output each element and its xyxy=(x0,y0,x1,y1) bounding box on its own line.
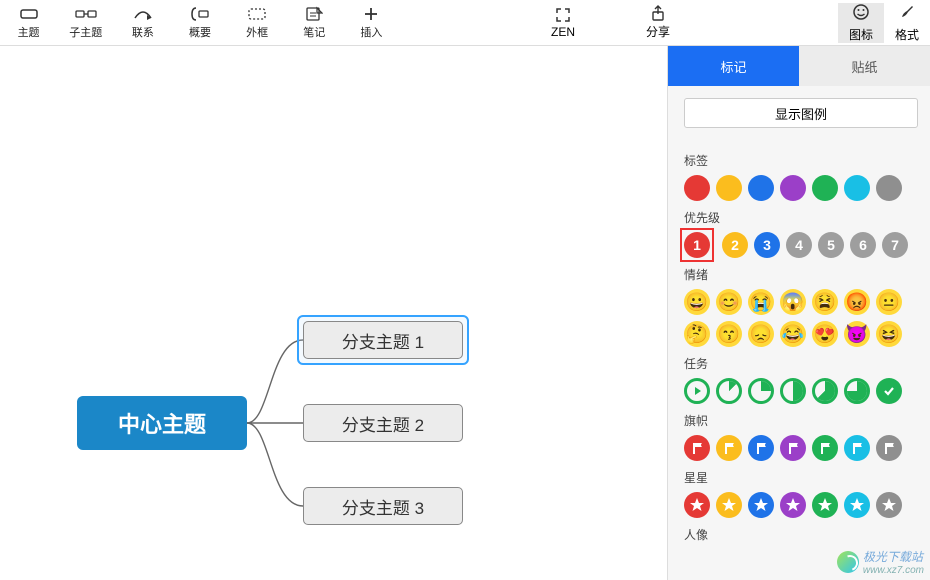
task-progress-0[interactable] xyxy=(684,378,710,404)
star-1[interactable] xyxy=(716,492,742,518)
tool-insert[interactable]: 插入 xyxy=(346,0,396,45)
priority-row: 1234567 xyxy=(684,232,918,258)
plus-icon xyxy=(360,6,382,22)
task-progress-6[interactable] xyxy=(876,378,902,404)
expand-icon xyxy=(552,7,574,23)
tag-bubble-6[interactable] xyxy=(876,175,902,201)
section-mood-title: 情绪 xyxy=(684,266,918,283)
tag-bubble-5[interactable] xyxy=(844,175,870,201)
smiley-icon xyxy=(852,3,870,24)
task-progress-5[interactable] xyxy=(844,378,870,404)
mood-b-1[interactable]: 😙 xyxy=(716,321,742,347)
priority-7[interactable]: 7 xyxy=(882,232,908,258)
mood-row-1: 😀😊😭😱😫😡😐 xyxy=(684,289,918,315)
section-person-title: 人像 xyxy=(684,526,918,543)
tool-zen[interactable]: ZEN xyxy=(528,0,598,45)
section-star-title: 星星 xyxy=(684,469,918,486)
flag-row xyxy=(684,435,918,461)
flag-6[interactable] xyxy=(876,435,902,461)
summary-icon xyxy=(189,6,211,22)
flag-2[interactable] xyxy=(748,435,774,461)
panel-tab-format[interactable]: 格式 xyxy=(884,3,930,43)
side-panel: 标记 贴纸 显示图例 标签 优先级 1234567 情绪 😀😊😭😱😫😡😐 🤔😙😞… xyxy=(667,46,930,580)
flag-5[interactable] xyxy=(844,435,870,461)
star-row xyxy=(684,492,918,518)
priority-1-highlight: 1 xyxy=(680,228,714,262)
task-row xyxy=(684,378,918,404)
priority-1[interactable]: 1 xyxy=(684,232,710,258)
tool-notes[interactable]: 笔记 xyxy=(289,0,339,45)
mindmap-canvas[interactable]: 中心主题 分支主题 1 分支主题 2 分支主题 3 xyxy=(0,46,667,580)
branch-topic-1[interactable]: 分支主题 1 xyxy=(303,321,463,359)
task-progress-4[interactable] xyxy=(812,378,838,404)
priority-3[interactable]: 3 xyxy=(754,232,780,258)
task-progress-2[interactable] xyxy=(748,378,774,404)
priority-5[interactable]: 5 xyxy=(818,232,844,258)
mood-a-3[interactable]: 😱 xyxy=(780,289,806,315)
mood-b-3[interactable]: 😂 xyxy=(780,321,806,347)
center-topic[interactable]: 中心主题 xyxy=(77,396,247,450)
tool-summary[interactable]: 概要 xyxy=(175,0,225,45)
share-icon xyxy=(647,5,669,21)
star-6[interactable] xyxy=(876,492,902,518)
flag-3[interactable] xyxy=(780,435,806,461)
tag-bubble-2[interactable] xyxy=(748,175,774,201)
priority-2[interactable]: 2 xyxy=(722,232,748,258)
priority-4[interactable]: 4 xyxy=(786,232,812,258)
relation-icon xyxy=(132,6,154,22)
mood-a-2[interactable]: 😭 xyxy=(748,289,774,315)
mood-b-0[interactable]: 🤔 xyxy=(684,321,710,347)
top-toolbar: 主题 子主题 联系 概要 外框 笔记 插入 ZEN xyxy=(0,0,930,46)
topic-icon xyxy=(18,6,40,22)
star-3[interactable] xyxy=(780,492,806,518)
mood-a-1[interactable]: 😊 xyxy=(716,289,742,315)
tag-bubble-0[interactable] xyxy=(684,175,710,201)
priority-6[interactable]: 6 xyxy=(850,232,876,258)
tool-share[interactable]: 分享 xyxy=(628,0,688,45)
tag-bubble-4[interactable] xyxy=(812,175,838,201)
flag-4[interactable] xyxy=(812,435,838,461)
star-4[interactable] xyxy=(812,492,838,518)
mood-row-2: 🤔😙😞😂😍😈😆 xyxy=(684,321,918,347)
task-progress-3[interactable] xyxy=(780,378,806,404)
panel-tab-icon[interactable]: 图标 xyxy=(838,3,884,43)
tool-topic[interactable]: 主题 xyxy=(4,0,54,45)
tab-stickers[interactable]: 贴纸 xyxy=(799,46,930,86)
mood-a-6[interactable]: 😐 xyxy=(876,289,902,315)
notes-icon xyxy=(303,6,325,22)
mood-b-2[interactable]: 😞 xyxy=(748,321,774,347)
branch-topic-2[interactable]: 分支主题 2 xyxy=(303,404,463,442)
section-priority-title: 优先级 xyxy=(684,209,918,226)
markers-panel[interactable]: 显示图例 标签 优先级 1234567 情绪 😀😊😭😱😫😡😐 🤔😙😞😂😍😈😆 任… xyxy=(668,86,930,580)
tool-relation[interactable]: 联系 xyxy=(118,0,168,45)
boundary-icon xyxy=(246,6,268,22)
star-2[interactable] xyxy=(748,492,774,518)
mood-b-6[interactable]: 😆 xyxy=(876,321,902,347)
section-tag-title: 标签 xyxy=(684,152,918,169)
tag-bubble-1[interactable] xyxy=(716,175,742,201)
task-progress-1[interactable] xyxy=(716,378,742,404)
flag-1[interactable] xyxy=(716,435,742,461)
branch-topic-3[interactable]: 分支主题 3 xyxy=(303,487,463,525)
show-legend-button[interactable]: 显示图例 xyxy=(684,98,918,128)
subtopic-icon xyxy=(75,6,97,22)
mood-a-4[interactable]: 😫 xyxy=(812,289,838,315)
brush-icon xyxy=(898,3,916,24)
tag-row xyxy=(684,175,918,201)
tag-bubble-3[interactable] xyxy=(780,175,806,201)
star-0[interactable] xyxy=(684,492,710,518)
mood-a-0[interactable]: 😀 xyxy=(684,289,710,315)
flag-0[interactable] xyxy=(684,435,710,461)
mood-b-5[interactable]: 😈 xyxy=(844,321,870,347)
section-flag-title: 旗帜 xyxy=(684,412,918,429)
tab-markers[interactable]: 标记 xyxy=(668,46,799,86)
section-task-title: 任务 xyxy=(684,355,918,372)
mood-b-4[interactable]: 😍 xyxy=(812,321,838,347)
tool-boundary[interactable]: 外框 xyxy=(232,0,282,45)
mood-a-5[interactable]: 😡 xyxy=(844,289,870,315)
star-5[interactable] xyxy=(844,492,870,518)
tool-subtopic[interactable]: 子主题 xyxy=(61,0,111,45)
